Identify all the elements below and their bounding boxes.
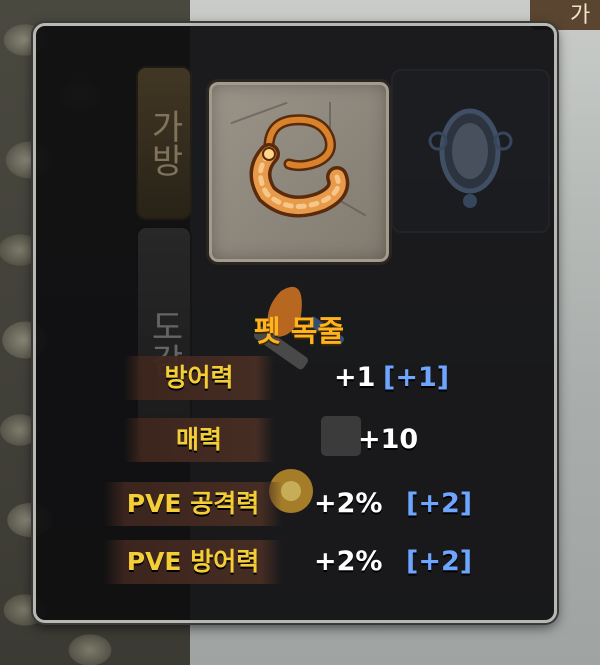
mirror-item-slot bbox=[391, 69, 550, 233]
stat-row-pve-attack: PVE 공격력 +2% [+2] bbox=[36, 482, 554, 526]
stat-bonus: [+2] bbox=[406, 488, 473, 519]
stat-value: +2% bbox=[314, 488, 383, 519]
stat-row-charm: 매력 +10 bbox=[36, 418, 554, 462]
game-screen: 가 가방 도감 펫 목줄 방어력 +1 [+1] 매력 +10 PVE 공격력 … bbox=[0, 0, 600, 665]
item-name: 펫 목줄 bbox=[253, 314, 345, 348]
stat-label: 매력 bbox=[124, 418, 274, 462]
stat-value: +2% bbox=[314, 546, 383, 577]
item-tooltip-popup: 가방 도감 펫 목줄 방어력 +1 [+1] 매력 +10 PVE 공격력 +2… bbox=[33, 23, 557, 623]
stat-bonus: [+2] bbox=[406, 546, 473, 577]
stat-label: PVE 공격력 bbox=[104, 482, 282, 526]
stat-value: +10 bbox=[358, 424, 419, 455]
stat-label: PVE 방어력 bbox=[104, 540, 282, 584]
leash-icon bbox=[249, 114, 350, 218]
item-icon-card bbox=[206, 79, 392, 265]
stat-value: +1 bbox=[334, 362, 376, 393]
mirror-icon bbox=[428, 108, 513, 208]
stat-row-pve-defense: PVE 방어력 +2% [+2] bbox=[36, 540, 554, 584]
stat-bonus: [+1] bbox=[383, 362, 450, 393]
stat-label: 방어력 bbox=[124, 356, 274, 400]
tab-bag: 가방 bbox=[136, 66, 192, 220]
top-right-header-text: 가 bbox=[570, 3, 591, 28]
stat-row-defense: 방어력 +1 [+1] bbox=[36, 356, 554, 400]
